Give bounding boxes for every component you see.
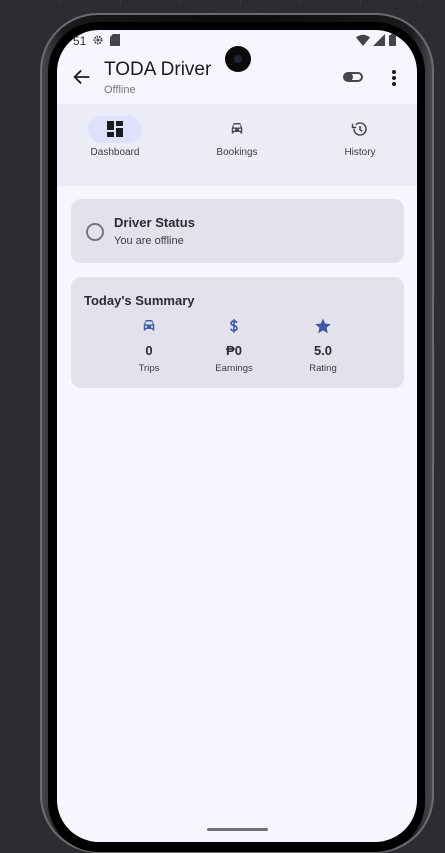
nav-bookings[interactable]: Bookings bbox=[191, 114, 291, 174]
car-icon bbox=[143, 320, 155, 331]
signal-icon bbox=[373, 34, 385, 46]
wifi-icon bbox=[356, 34, 370, 46]
nav-label: History bbox=[344, 147, 376, 158]
back-arrow-icon[interactable] bbox=[71, 66, 93, 88]
toggle-icon[interactable] bbox=[343, 71, 363, 83]
home-indicator[interactable] bbox=[207, 828, 268, 831]
history-icon bbox=[351, 122, 367, 136]
stat-value: ₱0 bbox=[226, 343, 242, 358]
nav-label: Dashboard bbox=[90, 147, 140, 158]
status-radio[interactable] bbox=[86, 223, 104, 241]
summary-title: Today's Summary bbox=[84, 293, 195, 308]
app-bar: TODA Driver Offline bbox=[57, 52, 417, 104]
stat-value: 0 bbox=[145, 343, 153, 358]
driver-status-card[interactable]: Driver Status You are offline bbox=[71, 199, 404, 263]
sd-card-icon bbox=[110, 34, 120, 46]
nav-dashboard[interactable]: Dashboard bbox=[69, 114, 169, 174]
car-icon bbox=[231, 123, 243, 134]
stat-rating: 5.0 Rating bbox=[291, 317, 355, 374]
top-ruler bbox=[0, 0, 445, 8]
battery-icon bbox=[389, 34, 396, 46]
dollar-icon bbox=[230, 319, 238, 333]
phone-screen: 51 TODA Driver Offline Dashboard Booking… bbox=[57, 30, 417, 842]
stat-trips: 0 Trips bbox=[117, 317, 181, 374]
dashboard-icon bbox=[107, 121, 123, 137]
status-subtitle: You are offline bbox=[114, 235, 184, 247]
stat-label: Trips bbox=[138, 363, 160, 374]
stat-label: Earnings bbox=[215, 363, 253, 374]
status-time: 51 bbox=[73, 34, 87, 48]
settings-icon bbox=[93, 35, 103, 45]
more-vert-icon[interactable] bbox=[388, 68, 400, 88]
stat-label: Rating bbox=[309, 363, 337, 374]
top-nav: Dashboard Bookings History bbox=[57, 104, 417, 186]
summary-card: Today's Summary 0 Trips ₱0 Earnings 5.0 … bbox=[71, 277, 404, 388]
nav-label: Bookings bbox=[216, 147, 258, 158]
stat-value: 5.0 bbox=[313, 343, 333, 358]
stat-earnings: ₱0 Earnings bbox=[202, 317, 266, 374]
star-icon bbox=[315, 318, 331, 334]
status-title: Driver Status bbox=[114, 215, 195, 230]
app-subtitle: Offline bbox=[104, 84, 136, 96]
nav-history[interactable]: History bbox=[314, 114, 414, 174]
app-title: TODA Driver bbox=[104, 59, 212, 80]
